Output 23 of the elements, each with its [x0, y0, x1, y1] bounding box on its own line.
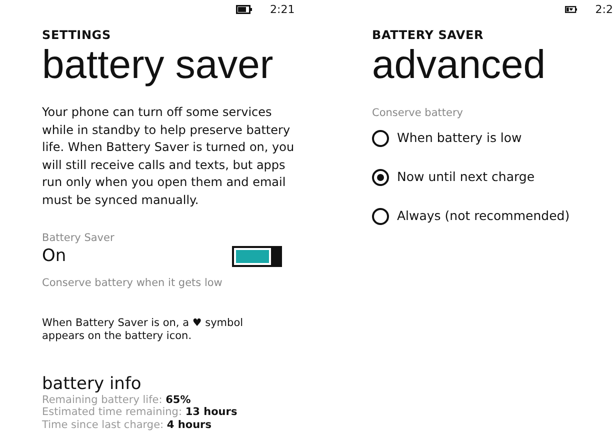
- option-label: Now until next charge: [397, 168, 535, 186]
- info-line: Time since last charge: 4 hours: [42, 418, 212, 431]
- option-label: When battery is low: [397, 129, 522, 147]
- setting-label: Battery Saver: [42, 231, 116, 245]
- page-title: battery saver: [42, 42, 274, 88]
- note-text: When Battery Saver is on, a ♥ symbol appears on the battery icon.: [42, 317, 244, 343]
- section-title: battery info: [42, 374, 142, 394]
- setting-state: On: [42, 245, 66, 267]
- radio-button[interactable]: [372, 130, 389, 146]
- radio-button[interactable]: [372, 208, 389, 224]
- group-label: Conserve battery: [372, 106, 464, 120]
- info-line: Estimated time remaining: 13 hours: [42, 406, 238, 419]
- app-title: SETTINGS: [42, 28, 112, 42]
- toggle-switch[interactable]: [232, 246, 282, 266]
- radio-button[interactable]: [372, 168, 389, 186]
- page-title: advanced: [372, 42, 546, 88]
- description-text: Your phone can turn off some services while in standby to help preserve battery life. When Battery Saver is turned on, you will still receive calls and texts, but apps run only when you open them and email must be synced manually.: [42, 104, 296, 208]
- settings-link[interactable]: Conserve battery when it gets low: [42, 276, 306, 290]
- status-time: 2:2: [595, 4, 613, 14]
- option-label: Always (not recommended): [397, 207, 570, 225]
- info-line: Remaining battery life: 65%: [42, 394, 192, 406]
- status-time: 2:21: [270, 4, 295, 14]
- app-title: BATTERY SAVER: [372, 28, 485, 42]
